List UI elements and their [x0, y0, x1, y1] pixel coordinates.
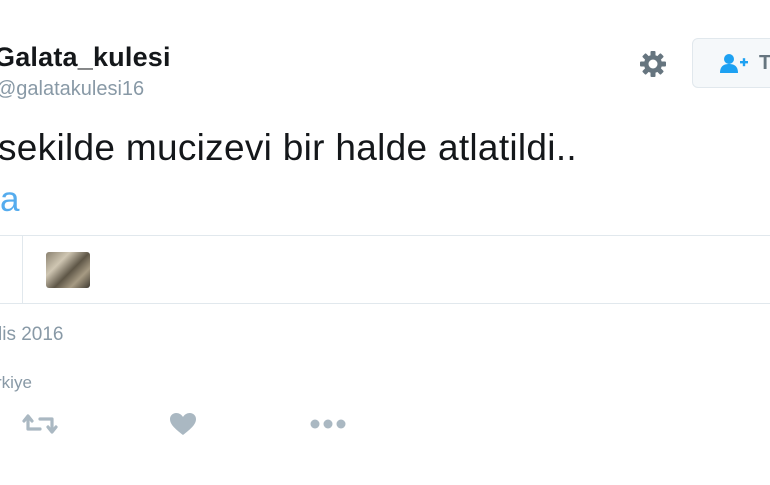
stats-column-divider [22, 236, 23, 303]
tweet-date: lis 2016 [0, 324, 64, 345]
settings-button[interactable] [636, 47, 670, 81]
gear-icon [640, 51, 666, 77]
more-icon [310, 419, 346, 429]
retweet-icon [22, 414, 58, 434]
heart-icon [170, 413, 196, 435]
follow-button[interactable]: T [692, 38, 770, 88]
like-button[interactable] [169, 412, 197, 436]
follow-user-icon [720, 54, 748, 73]
display-name[interactable]: Galata_kulesi [0, 42, 171, 73]
user-handle[interactable]: @galatakulesi16 [0, 78, 144, 101]
follow-button-label: T [759, 51, 770, 74]
tweet-text: sekilde mucizevi bir halde atlatildi.. [0, 127, 577, 168]
liker-avatar[interactable] [46, 252, 90, 288]
tweet-link[interactable]: a [0, 180, 19, 220]
stats-divider-bottom [0, 303, 770, 304]
tweet-location[interactable]: rkiye [0, 373, 32, 393]
retweet-button[interactable] [22, 412, 58, 436]
more-button[interactable] [309, 412, 347, 436]
stats-divider-top [0, 235, 770, 236]
